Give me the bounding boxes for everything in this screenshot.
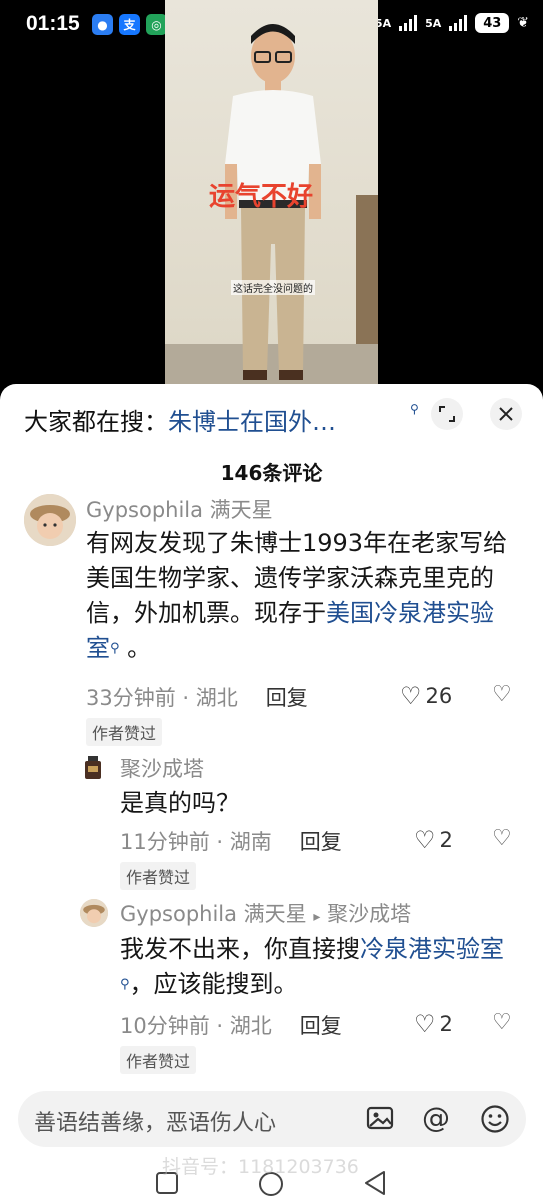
reply-meta: 11分钟前 · 湖南 回复	[120, 830, 342, 854]
heart-icon: ♡	[414, 1010, 436, 1038]
signal-1-icon	[399, 15, 418, 31]
close-icon	[499, 407, 513, 421]
search-suggestion[interactable]: 大家都在搜：朱博士在国外…	[24, 402, 444, 437]
leaf-icon: ❦	[517, 15, 529, 31]
avatar-child-icon	[80, 899, 108, 927]
signal-2-icon	[449, 15, 468, 31]
author-liked-badge: 作者赞过	[120, 862, 197, 890]
comment-location: 湖北	[195, 686, 238, 710]
avatar-bottle-icon	[85, 756, 101, 779]
comment-count: 146条评论	[220, 461, 323, 485]
search-icon: ⚲	[410, 402, 419, 416]
like-button[interactable]: ♡ 26	[400, 682, 452, 710]
like-count: 2	[439, 1012, 453, 1036]
heart-icon: ♡	[400, 682, 422, 710]
reply-username[interactable]: 聚沙成塔	[120, 753, 204, 783]
avatar[interactable]	[80, 899, 108, 927]
reply-username[interactable]: Gypsophila 满天星 ▸ 聚沙成塔	[120, 898, 411, 928]
reply-search-link[interactable]: 冷泉港实验室	[360, 935, 504, 963]
dislike-icon[interactable]: ♡	[492, 682, 512, 707]
comment-time: 33分钟前	[86, 686, 176, 710]
like-button[interactable]: ♡ 2	[414, 826, 453, 854]
reply-location: 湖南	[229, 830, 272, 854]
like-button[interactable]: ♡ 2	[414, 1010, 453, 1038]
comment-sheet: 大家都在搜：朱博士在国外… ⚲ 146条评论 Gypsophila 满天星 有网…	[0, 384, 543, 1200]
comment-input-placeholder[interactable]: 善语结善缘，恶语伤人心	[34, 1105, 276, 1137]
comment-text: 有网友发现了朱博士1993年在老家写给美国生物学家、遗传学家沃森克里克的信，外加…	[86, 526, 516, 666]
dislike-icon[interactable]: ♡	[492, 826, 512, 851]
dislike-icon[interactable]: ♡	[492, 1010, 512, 1035]
like-count: 2	[439, 828, 453, 852]
avatar[interactable]	[80, 754, 106, 780]
emoji-icon[interactable]	[480, 1104, 510, 1141]
expand-icon	[439, 406, 455, 422]
author-liked-badge: 作者赞过	[120, 1046, 197, 1074]
reply-to-username[interactable]: 聚沙成塔	[327, 902, 411, 926]
signal-2-label: 5A	[425, 16, 442, 30]
reply-arrow-icon: ▸	[313, 909, 321, 925]
reply-text-tail: ，应该能搜到。	[129, 970, 298, 998]
back-icon[interactable]	[362, 1170, 388, 1196]
reply-meta: 10分钟前 · 湖北 回复	[120, 1014, 342, 1038]
heart-icon: ♡	[414, 826, 436, 854]
video-overlay-title: 运气不好	[209, 182, 314, 212]
reply-text: 我发不出来，你直接搜冷泉港实验室 ⚲，应该能搜到。	[120, 932, 520, 1002]
video-subtitle: 这话完全没问题的	[231, 280, 315, 295]
watermark: 抖音号：1181203736	[162, 1156, 359, 1178]
comment-input-bar[interactable]: 善语结善缘，恶语伤人心 @	[18, 1091, 526, 1147]
message-icon: ●	[92, 14, 113, 35]
reply-time: 10分钟前	[120, 1014, 210, 1038]
reply-button[interactable]: 回复	[266, 686, 308, 710]
link-search-icon: ⚲	[120, 977, 130, 992]
author-liked-badge: 作者赞过	[86, 718, 163, 746]
alipay-icon: 支	[119, 14, 140, 35]
app-icon: ◎	[146, 14, 167, 35]
video-player[interactable]: 运气不好 这话完全没问题的	[165, 0, 378, 384]
reply-time: 11分钟前	[120, 830, 210, 854]
mention-icon[interactable]: @	[422, 1101, 450, 1134]
reply-button[interactable]: 回复	[300, 1014, 342, 1038]
reply-username-text: Gypsophila 满天星	[120, 902, 307, 926]
search-prefix: 大家都在搜：	[24, 408, 168, 436]
image-icon[interactable]	[366, 1104, 394, 1139]
comment-meta: 33分钟前 · 湖北 回复	[86, 686, 308, 710]
status-time: 01:15	[26, 12, 80, 35]
search-query[interactable]: 朱博士在国外…	[168, 408, 336, 436]
link-search-icon: ⚲	[110, 641, 120, 656]
avatar[interactable]	[24, 494, 76, 546]
reply-location: 湖北	[229, 1014, 272, 1038]
reply-text-body: 我发不出来，你直接搜	[120, 935, 360, 963]
avatar-child-icon	[24, 494, 76, 546]
battery-icon: 43	[475, 13, 510, 33]
reply-button[interactable]: 回复	[300, 830, 342, 854]
close-button[interactable]	[490, 398, 522, 430]
expand-button[interactable]	[431, 398, 463, 430]
like-count: 26	[425, 684, 453, 708]
reply-text: 是真的吗？	[120, 789, 240, 817]
comment-text-tail: 。	[127, 634, 152, 662]
comment-username[interactable]: Gypsophila 满天星	[86, 494, 273, 524]
